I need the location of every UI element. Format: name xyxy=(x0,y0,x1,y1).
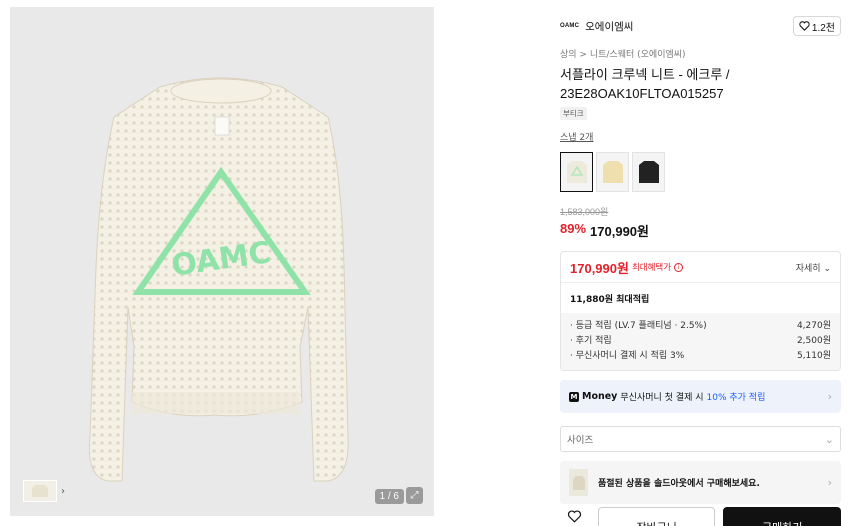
money-highlight: 10% 추가 적립 xyxy=(706,393,766,403)
benefit-box: 170,990원 최대혜택가 i 자세히 ⌄ 11,880원 최대적립 · 등급… xyxy=(560,251,841,371)
color-option-black[interactable] xyxy=(632,152,665,192)
like-count: 1.2천 xyxy=(811,22,835,34)
money-brand: Money xyxy=(582,391,618,402)
sweater-black-icon xyxy=(638,161,659,183)
accum-value: 2,500원 xyxy=(796,336,831,346)
breadcrumb[interactable]: 상의 > 니트/스웨터 (오에이엠씨) xyxy=(560,47,841,60)
sale-price: 170,990원 xyxy=(590,224,649,239)
bottom-action-bar: 장바구니 구매하기 xyxy=(560,507,841,526)
accum-label: · 후기 적립 xyxy=(570,336,612,346)
brand-logo: OAMC xyxy=(560,23,580,29)
heart-icon xyxy=(799,21,810,31)
discount-rate: 89% xyxy=(560,221,587,236)
brand-link[interactable]: OAMC 오에이엠씨 xyxy=(560,19,633,34)
soldout-thumb xyxy=(569,469,588,496)
chevron-right-icon[interactable]: › xyxy=(59,486,65,497)
snap-link[interactable]: 스냅 2개 xyxy=(560,130,841,143)
color-option-yellow[interactable] xyxy=(596,152,629,192)
accumulation-title: 11,880원 최대적립 xyxy=(570,294,650,305)
product-gallery[interactable]: OAMC › 1 / 6 ⤢ xyxy=(10,7,434,516)
chevron-down-icon: ⌄ xyxy=(824,432,834,446)
accum-item: · 등급 적립 (LV.7 플래티넘 · 2.5%) 4,270원 xyxy=(570,319,831,334)
sweater-ecru-icon xyxy=(566,161,587,183)
chevron-right-icon: › xyxy=(827,476,832,489)
like-button[interactable]: 1.2천 xyxy=(792,16,841,36)
color-options xyxy=(560,152,841,192)
product-image: OAMC xyxy=(88,77,349,482)
color-option-ecru[interactable] xyxy=(560,152,593,192)
accum-label: · 등급 적립 (LV.7 플래티넘 · 2.5%) xyxy=(570,321,707,331)
buy-button[interactable]: 구매하기 xyxy=(723,507,841,526)
accum-value: 5,110원 xyxy=(796,351,831,361)
detail-toggle[interactable]: 자세히 ⌄ xyxy=(796,261,831,274)
detail-label: 자세히 xyxy=(795,263,821,274)
chevron-down-icon: ⌄ xyxy=(823,263,831,274)
image-counter: 1 / 6 xyxy=(374,489,404,504)
money-logo-icon: M xyxy=(569,391,579,402)
sweater-icon xyxy=(572,475,585,490)
thumbnail-1[interactable] xyxy=(23,480,57,502)
size-select[interactable]: 사이즈 ⌄ xyxy=(560,426,841,452)
soldout-banner[interactable]: 품절된 상품을 솔드아웃에서 구매해보세요. › xyxy=(560,461,841,504)
accum-item: · 무신사머니 결제 시 적립 3% 5,110원 xyxy=(570,349,831,364)
sweater-yellow-icon xyxy=(602,161,623,183)
sweater-thumb-icon xyxy=(32,485,48,497)
heart-icon xyxy=(568,510,582,523)
thumbnail-strip[interactable]: › xyxy=(23,480,65,502)
chevron-right-icon: › xyxy=(827,390,832,403)
money-banner[interactable]: M Money 무신사머니 첫 결제 시 10% 추가 적립 › xyxy=(560,380,841,413)
cart-button[interactable]: 장바구니 xyxy=(597,507,716,526)
max-benefit-label: 최대혜택가 xyxy=(631,263,672,273)
brand-row: OAMC 오에이엠씨 1.2천 xyxy=(560,14,841,38)
accumulation-list: · 등급 적립 (LV.7 플래티넘 · 2.5%) 4,270원 · 후기 적… xyxy=(561,313,840,370)
benefit-header[interactable]: 170,990원 최대혜택가 i 자세히 ⌄ xyxy=(561,252,840,282)
price-row: 89% 170,990원 xyxy=(560,221,841,240)
soldout-text: 품절된 상품을 솔드아웃에서 구매해보세요. xyxy=(598,479,760,489)
size-placeholder: 사이즈 xyxy=(567,435,594,446)
info-icon[interactable]: i xyxy=(674,262,684,272)
expand-icon[interactable]: ⤢ xyxy=(406,487,423,504)
original-price: 1,583,000원 xyxy=(560,207,609,217)
max-benefit-price: 170,990원 xyxy=(570,260,629,276)
product-info-panel: OAMC 오에이엠씨 1.2천 상의 > 니트/스웨터 (오에이엠씨) 서플라이… xyxy=(560,14,841,504)
accum-label: · 무신사머니 결제 시 적립 3% xyxy=(570,351,685,361)
money-text: 무신사머니 첫 결제 시 xyxy=(620,393,704,403)
boutique-tag: 부티크 xyxy=(560,107,587,120)
wishlist-button[interactable] xyxy=(560,507,590,523)
brand-name: 오에이엠씨 xyxy=(585,20,634,33)
accum-item: · 후기 적립 2,500원 xyxy=(570,334,831,349)
product-title: 서플라이 크루넥 니트 - 에크루 / 23E28OAK10FLTOA01525… xyxy=(560,67,730,101)
accum-value: 4,270원 xyxy=(796,321,831,331)
